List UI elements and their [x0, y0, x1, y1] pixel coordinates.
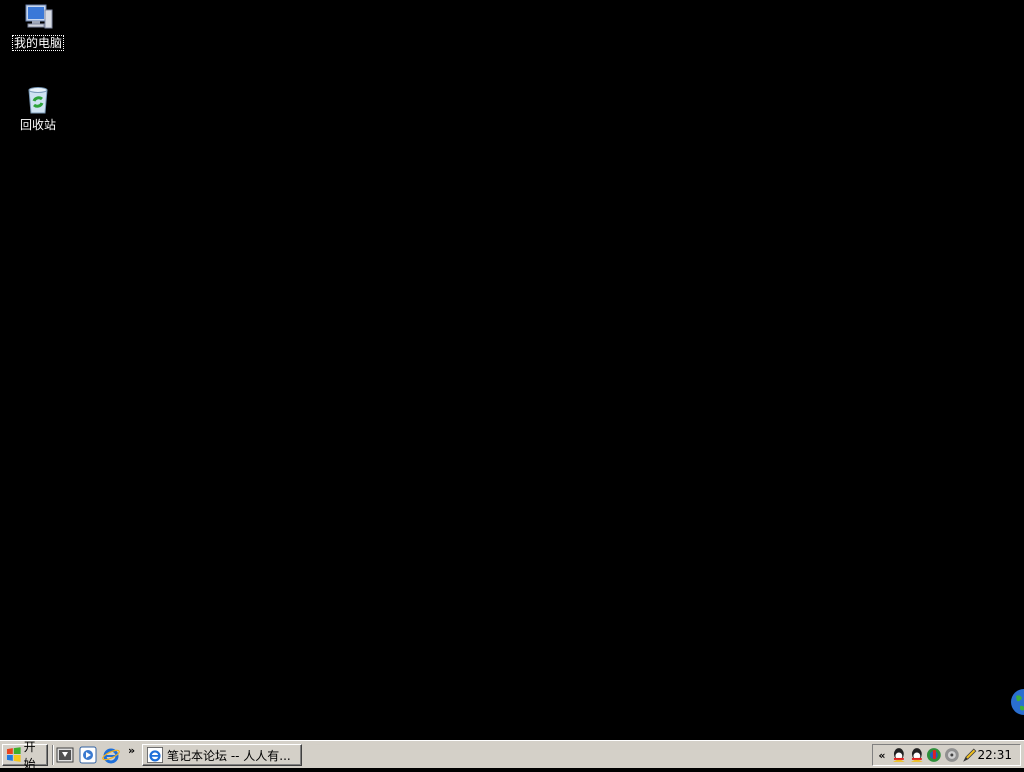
internet-explorer-icon[interactable] — [102, 746, 120, 764]
globe-icon[interactable] — [1010, 688, 1024, 716]
computer-icon — [25, 4, 53, 29]
show-desktop-icon[interactable] — [56, 746, 74, 764]
recycle-bin-label: 回收站 — [19, 118, 56, 132]
volume-icon[interactable] — [944, 747, 960, 763]
desktop: 我的电脑 回收站 — [0, 0, 1024, 740]
my-computer-shortcut[interactable]: 我的电脑 — [6, 2, 70, 51]
clock[interactable]: 22:31 — [977, 748, 1012, 762]
tray-expand-button[interactable]: « — [875, 749, 889, 762]
taskbar-divider — [52, 745, 54, 765]
start-button[interactable]: 开始 — [2, 740, 48, 771]
qq-icon[interactable] — [891, 747, 907, 763]
security-icon[interactable] — [926, 747, 942, 763]
pen-icon[interactable] — [962, 747, 978, 763]
taskbar: 开始 » 笔记本论坛 -- 人人有... « 22:31 — [0, 740, 1024, 771]
quick-launch-more-button[interactable]: » — [128, 745, 135, 757]
system-tray: « 22:31 — [872, 744, 1021, 766]
taskbar-item-label: 笔记本论坛 -- 人人有... — [167, 748, 291, 763]
qq-icon[interactable] — [909, 747, 925, 763]
media-player-icon[interactable] — [79, 746, 97, 764]
internet-explorer-icon — [147, 747, 163, 763]
windows-logo-icon — [6, 747, 21, 762]
start-label: 开始 — [23, 740, 36, 771]
recycle-bin-shortcut[interactable]: 回收站 — [6, 84, 70, 132]
recycle-bin-icon — [28, 87, 48, 114]
taskbar-item-ie[interactable]: 笔记本论坛 -- 人人有... — [142, 744, 302, 766]
my-computer-label: 我的电脑 — [11, 35, 65, 51]
